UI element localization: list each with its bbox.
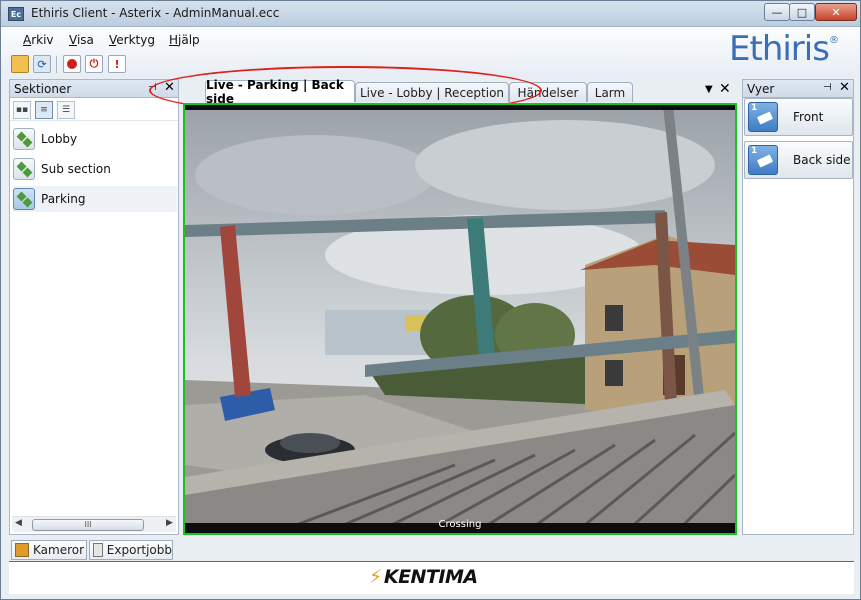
close-tab-icon[interactable]: ✕	[719, 81, 731, 97]
view-number: 1	[751, 103, 758, 113]
tab-exportjobb-label: Exportjobb	[106, 543, 172, 557]
maximize-button[interactable]: □	[789, 3, 815, 21]
info-icon[interactable]: !	[108, 55, 126, 73]
menu-arkiv[interactable]: Arkiv	[23, 33, 54, 47]
scroll-left-icon[interactable]: ◀	[15, 518, 22, 528]
record-icon[interactable]	[63, 55, 81, 73]
pin-icon[interactable]: ⊣	[823, 82, 832, 93]
section-label: Parking	[41, 192, 86, 206]
camera-view-icon: 1	[748, 102, 778, 132]
app-window: Ec Ethiris Client - Asterix - AdminManua…	[0, 0, 861, 600]
view-label: Back side	[793, 153, 851, 167]
view-label: Front	[793, 110, 824, 124]
minimize-button[interactable]: —	[764, 3, 790, 21]
section-item-parking[interactable]: Parking	[13, 186, 177, 212]
views-panel: Vyer ⊣ ✕ 1 Front 1 Back side	[742, 79, 854, 535]
detail-view-icon[interactable]: ☰	[57, 101, 75, 119]
sections-panel-title: Sektioner	[14, 82, 72, 96]
menu-bar: Arkiv Visa Verktyg Hjälp Ethiris® ⟳ ⏻ !	[1, 27, 860, 77]
tree-view-icon[interactable]: ▪▪	[13, 101, 31, 119]
close-window-button[interactable]: ✕	[815, 3, 857, 21]
tab-handelser[interactable]: Händelser	[509, 82, 587, 102]
menu-verktyg[interactable]: Verktyg	[109, 33, 155, 47]
views-panel-header: Vyer ⊣ ✕	[743, 80, 853, 98]
close-panel-icon[interactable]: ✕	[164, 80, 175, 95]
toolbar-separator	[56, 56, 57, 73]
menu-visa[interactable]: Visa	[69, 33, 94, 47]
section-icon	[13, 128, 35, 150]
footer-bar: ⚡ KENTIMA	[9, 561, 854, 594]
window-title: Ethiris Client - Asterix - AdminManual.e…	[31, 6, 280, 20]
tab-live-lobby[interactable]: Live - Lobby | Reception	[355, 82, 509, 102]
camera-shape	[756, 111, 774, 125]
export-icon	[93, 543, 103, 557]
title-bar: Ec Ethiris Client - Asterix - AdminManua…	[1, 1, 860, 27]
sections-panel-header: Sektioner ⊣ ✕	[10, 80, 178, 98]
views-panel-title: Vyer	[747, 82, 775, 96]
section-icon	[13, 188, 35, 210]
tab-live-parking[interactable]: Live - Parking | Back side	[205, 78, 355, 106]
refresh-icon[interactable]: ⟳	[33, 55, 51, 73]
pin-icon[interactable]: ⊣	[148, 82, 157, 93]
list-view-icon[interactable]: ≡	[35, 101, 53, 119]
section-item-sub-section[interactable]: Sub section	[13, 156, 177, 182]
tab-kameror-label: Kameror	[33, 543, 85, 557]
lightning-icon: ⚡	[369, 566, 382, 588]
scroll-right-icon[interactable]: ▶	[166, 518, 173, 528]
menu-hjalp[interactable]: Hjälp	[169, 33, 200, 47]
folder-icon[interactable]	[11, 55, 29, 73]
camera-video-view[interactable]: Crossing	[183, 103, 737, 535]
kentima-logo: ⚡ KENTIMA	[369, 566, 478, 588]
horizontal-scrollbar[interactable]: ◀ III ▶	[12, 516, 176, 532]
section-label: Lobby	[41, 132, 78, 146]
app-icon: Ec	[8, 7, 24, 21]
view-number: 1	[751, 146, 758, 156]
camera-view-icon: 1	[748, 145, 778, 175]
camera-icon	[15, 543, 29, 557]
section-item-lobby[interactable]: Lobby	[13, 126, 177, 152]
view-item-front[interactable]: 1 Front	[744, 98, 853, 136]
section-icon	[13, 158, 35, 180]
camera-shape	[756, 154, 774, 168]
camera-image	[185, 105, 735, 533]
close-panel-icon[interactable]: ✕	[839, 80, 850, 95]
scroll-thumb[interactable]: III	[32, 519, 144, 531]
view-item-back-side[interactable]: 1 Back side	[744, 141, 853, 179]
sections-panel: Sektioner ⊣ ✕ ▪▪ ≡ ☰ Lobby Sub section P…	[9, 79, 179, 535]
tab-list-dropdown-icon[interactable]: ▼	[705, 84, 713, 95]
tab-kameror[interactable]: Kameror	[11, 540, 87, 560]
power-icon[interactable]: ⏻	[85, 55, 103, 73]
ethiris-logo: Ethiris®	[729, 29, 839, 69]
tab-larm[interactable]: Larm	[587, 82, 633, 102]
video-caption: Crossing	[438, 519, 482, 530]
tab-exportjobb[interactable]: Exportjobb	[89, 540, 173, 560]
section-label: Sub section	[41, 162, 111, 176]
sections-toolbar: ▪▪ ≡ ☰	[10, 99, 178, 121]
center-tab-strip: Live - Parking | Back side Live - Lobby …	[183, 78, 737, 106]
